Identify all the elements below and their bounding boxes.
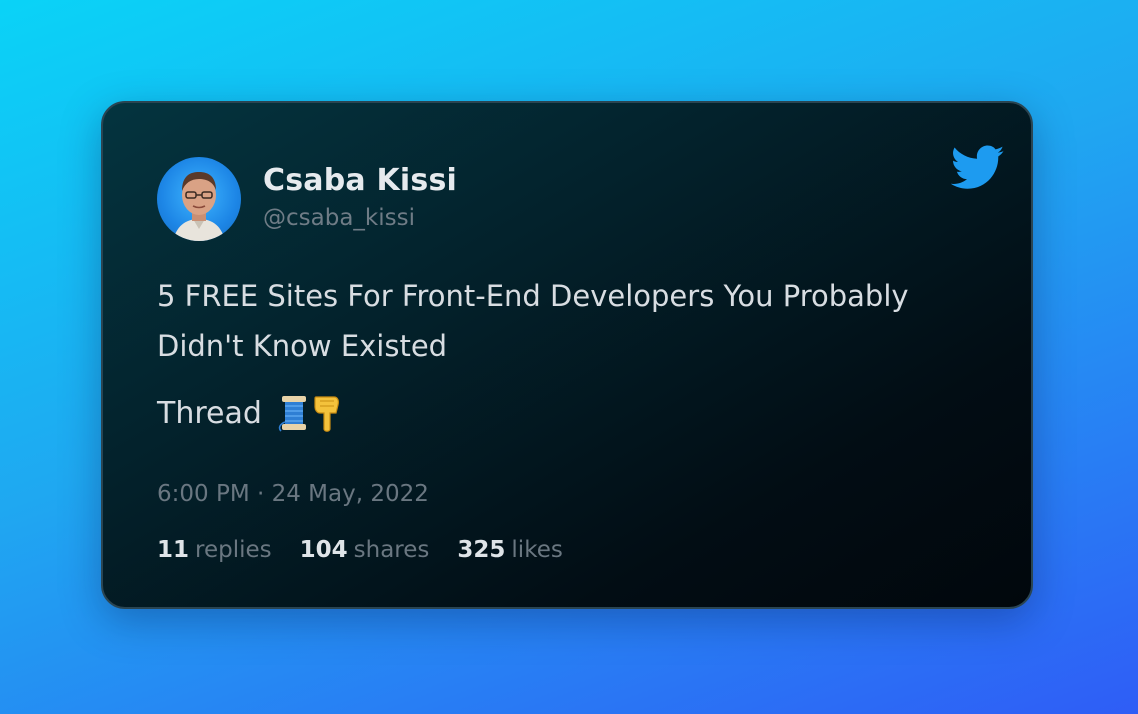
- twitter-bird-icon[interactable]: [950, 145, 1005, 191]
- author-handle[interactable]: @csaba_kissi: [263, 205, 415, 231]
- shares-count: 104: [299, 537, 348, 563]
- avatar-image: [173, 172, 225, 241]
- tweet-card: Csaba Kissi @csaba_kissi 5 FREE Sites Fo…: [101, 101, 1033, 609]
- shares-stat[interactable]: 104 shares: [300, 537, 430, 563]
- likes-count: 325: [457, 537, 506, 563]
- avatar[interactable]: [157, 157, 241, 241]
- replies-count: 11: [157, 537, 190, 563]
- spool-of-thread-icon: [278, 396, 306, 432]
- shares-label: shares: [353, 537, 430, 563]
- thread-label: Thread: [157, 395, 262, 431]
- author-name[interactable]: Csaba Kissi: [263, 163, 457, 198]
- backhand-index-pointing-down-icon: [314, 396, 339, 432]
- replies-stat[interactable]: 11 replies: [157, 537, 272, 563]
- thread-emoji-group: [278, 393, 342, 433]
- tweet-stats: 11 replies 104 shares 325 likes: [157, 537, 563, 563]
- replies-label: replies: [195, 537, 272, 563]
- likes-label: likes: [511, 537, 563, 563]
- likes-stat[interactable]: 325 likes: [457, 537, 562, 563]
- thread-line: Thread: [157, 393, 342, 433]
- tweet-timestamp[interactable]: 6:00 PM · 24 May, 2022: [157, 481, 429, 507]
- tweet-text: 5 FREE Sites For Front-End Developers Yo…: [157, 279, 909, 363]
